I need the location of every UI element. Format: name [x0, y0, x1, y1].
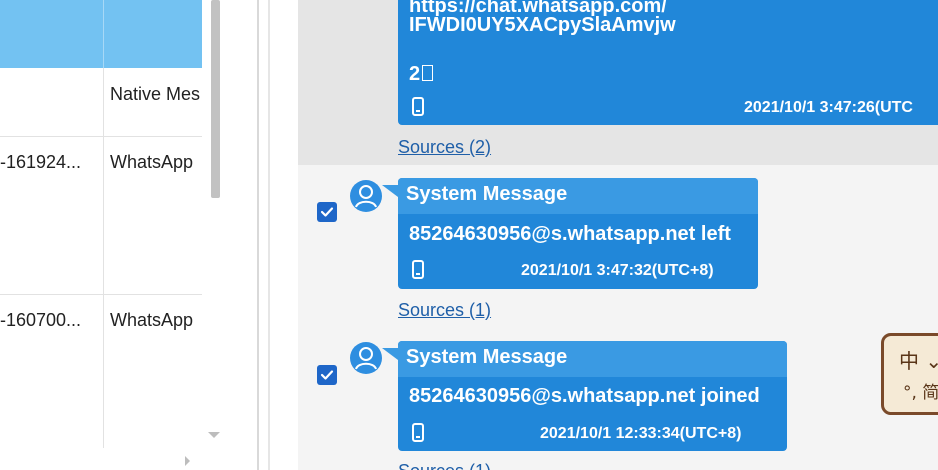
sources-link[interactable]: Sources (2) [398, 137, 491, 158]
message-checkbox[interactable] [317, 365, 337, 385]
header-column-divider[interactable] [103, 0, 104, 68]
sources-link[interactable]: Sources (1) [398, 300, 491, 321]
column-divider [103, 68, 104, 448]
message-timestamp: 2021/10/1 3:47:26(UTC [744, 99, 913, 116]
phone-icon [412, 97, 424, 116]
user-avatar-icon [350, 180, 382, 212]
sender-name: System Message [406, 346, 568, 368]
table-cell-id[interactable]: -160700... [0, 310, 100, 331]
message-timestamp: 2021/10/1 3:47:32(UTC+8) [521, 262, 714, 279]
table-cell-source[interactable]: Native Mes [110, 84, 202, 105]
row-divider [0, 136, 202, 137]
scrollbar-thumb[interactable] [211, 0, 220, 198]
scroll-down-arrow-icon[interactable] [208, 432, 220, 438]
message-bubble[interactable]: System Message 85264630956@s.whatsapp.ne… [398, 341, 787, 451]
message-header: System Message [398, 341, 787, 377]
ime-toolbar[interactable]: 中 ⌄ °, 简 [881, 333, 938, 415]
bubble-tail [382, 348, 398, 360]
ime-options-label[interactable]: °, 简 [903, 378, 938, 403]
user-avatar-icon [350, 342, 382, 374]
message-table: Native Mes -161924... WhatsApp -160700..… [0, 0, 202, 470]
message-text: 85264630956@s.whatsapp.net joined [409, 385, 760, 407]
sender-name: System Message [406, 183, 568, 205]
ime-mode-label[interactable]: 中 ⌄ [899, 345, 938, 374]
table-cell-source[interactable]: WhatsApp [110, 152, 202, 173]
phone-icon [412, 423, 424, 442]
panel-splitter[interactable] [257, 0, 259, 470]
message-timestamp: 2021/10/1 12:33:34(UTC+8) [540, 425, 742, 442]
bubble-tail [382, 185, 398, 197]
table-header[interactable] [0, 0, 202, 68]
message-bubble[interactable]: https://chat.whatsapp.com/ IFWDI0UY5XACp… [398, 0, 938, 125]
checkmark-icon [320, 370, 334, 380]
phone-icon [412, 260, 424, 279]
panel-splitter[interactable] [268, 0, 270, 470]
message-header: System Message [398, 178, 758, 214]
missing-glyph-icon [422, 65, 434, 81]
message-checkbox[interactable] [317, 202, 337, 222]
message-bubble[interactable]: System Message 85264630956@s.whatsapp.ne… [398, 178, 758, 289]
sources-link[interactable]: Sources (1) [398, 461, 491, 470]
message-text: 2 [409, 63, 434, 86]
checkmark-icon [320, 207, 334, 217]
chat-view: https://chat.whatsapp.com/ IFWDI0UY5XACp… [278, 0, 938, 470]
scroll-right-arrow-icon[interactable] [185, 456, 190, 466]
table-cell-source[interactable]: WhatsApp [110, 310, 202, 331]
table-cell-id[interactable]: -161924... [0, 152, 100, 173]
message-text: 85264630956@s.whatsapp.net left [409, 223, 731, 245]
row-divider [0, 294, 202, 295]
message-link[interactable]: IFWDI0UY5XACpySlaAmvjw [409, 14, 676, 37]
